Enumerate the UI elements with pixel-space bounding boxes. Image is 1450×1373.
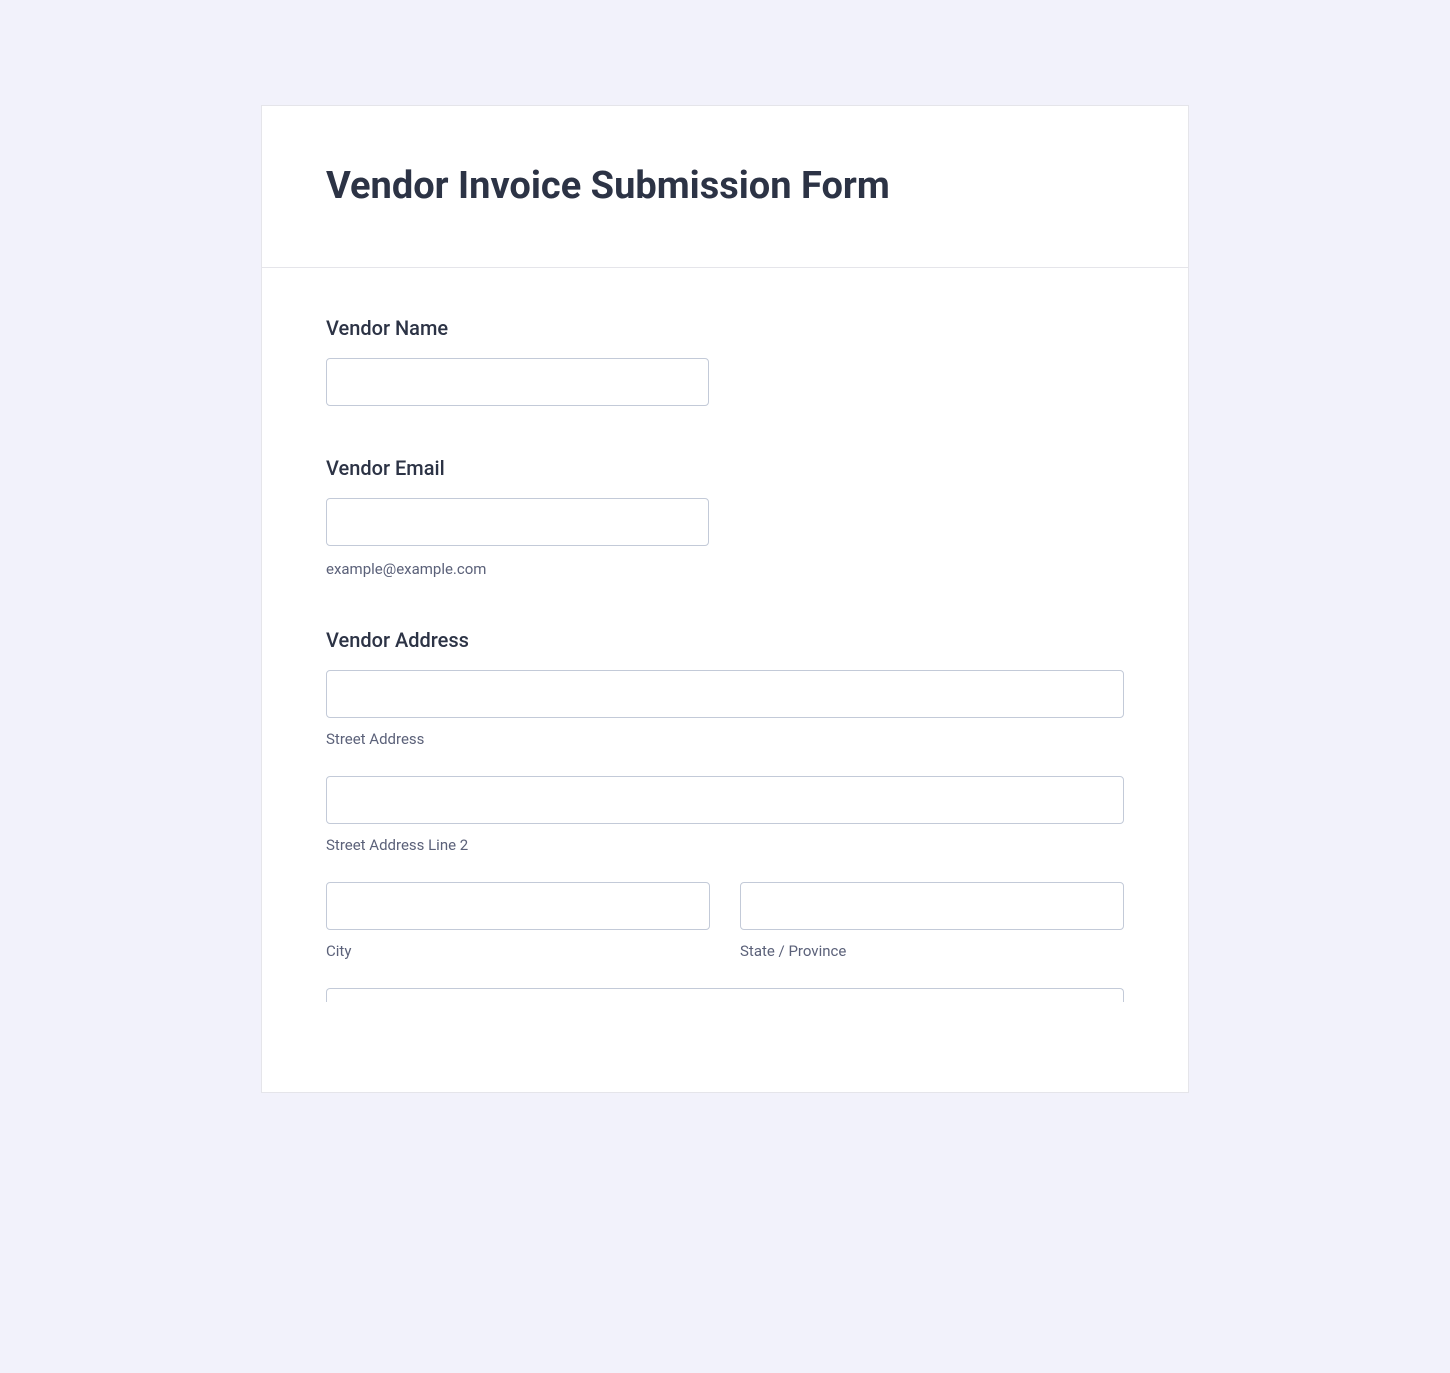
- form-body: Vendor Name Vendor Email example@example…: [262, 268, 1188, 1092]
- state-sublabel: State / Province: [740, 942, 1124, 960]
- postal-input-partial[interactable]: [326, 988, 1124, 1002]
- vendor-name-label: Vendor Name: [326, 316, 1124, 340]
- vendor-address-label: Vendor Address: [326, 628, 1124, 652]
- form-header: Vendor Invoice Submission Form: [262, 106, 1188, 268]
- postal-row-partial: [326, 988, 1124, 1002]
- vendor-email-input[interactable]: [326, 498, 709, 546]
- city-input[interactable]: [326, 882, 710, 930]
- vendor-email-label: Vendor Email: [326, 456, 1124, 480]
- vendor-email-group: Vendor Email example@example.com: [326, 456, 1124, 578]
- street-address-input[interactable]: [326, 670, 1124, 718]
- form-title: Vendor Invoice Submission Form: [326, 162, 1124, 211]
- street-address-sublabel: Street Address: [326, 730, 1124, 748]
- street-address-2-sublabel: Street Address Line 2: [326, 836, 1124, 854]
- street-address-2-row: Street Address Line 2: [326, 776, 1124, 854]
- state-input[interactable]: [740, 882, 1124, 930]
- city-state-row: City State / Province: [326, 882, 1124, 960]
- street-address-row: Street Address: [326, 670, 1124, 748]
- vendor-name-group: Vendor Name: [326, 316, 1124, 406]
- vendor-address-group: Vendor Address Street Address Street Add…: [326, 628, 1124, 1002]
- city-col: City: [326, 882, 710, 960]
- vendor-name-input[interactable]: [326, 358, 709, 406]
- city-sublabel: City: [326, 942, 710, 960]
- state-col: State / Province: [740, 882, 1124, 960]
- street-address-2-input[interactable]: [326, 776, 1124, 824]
- form-container: Vendor Invoice Submission Form Vendor Na…: [261, 105, 1189, 1093]
- vendor-email-helper: example@example.com: [326, 560, 1124, 578]
